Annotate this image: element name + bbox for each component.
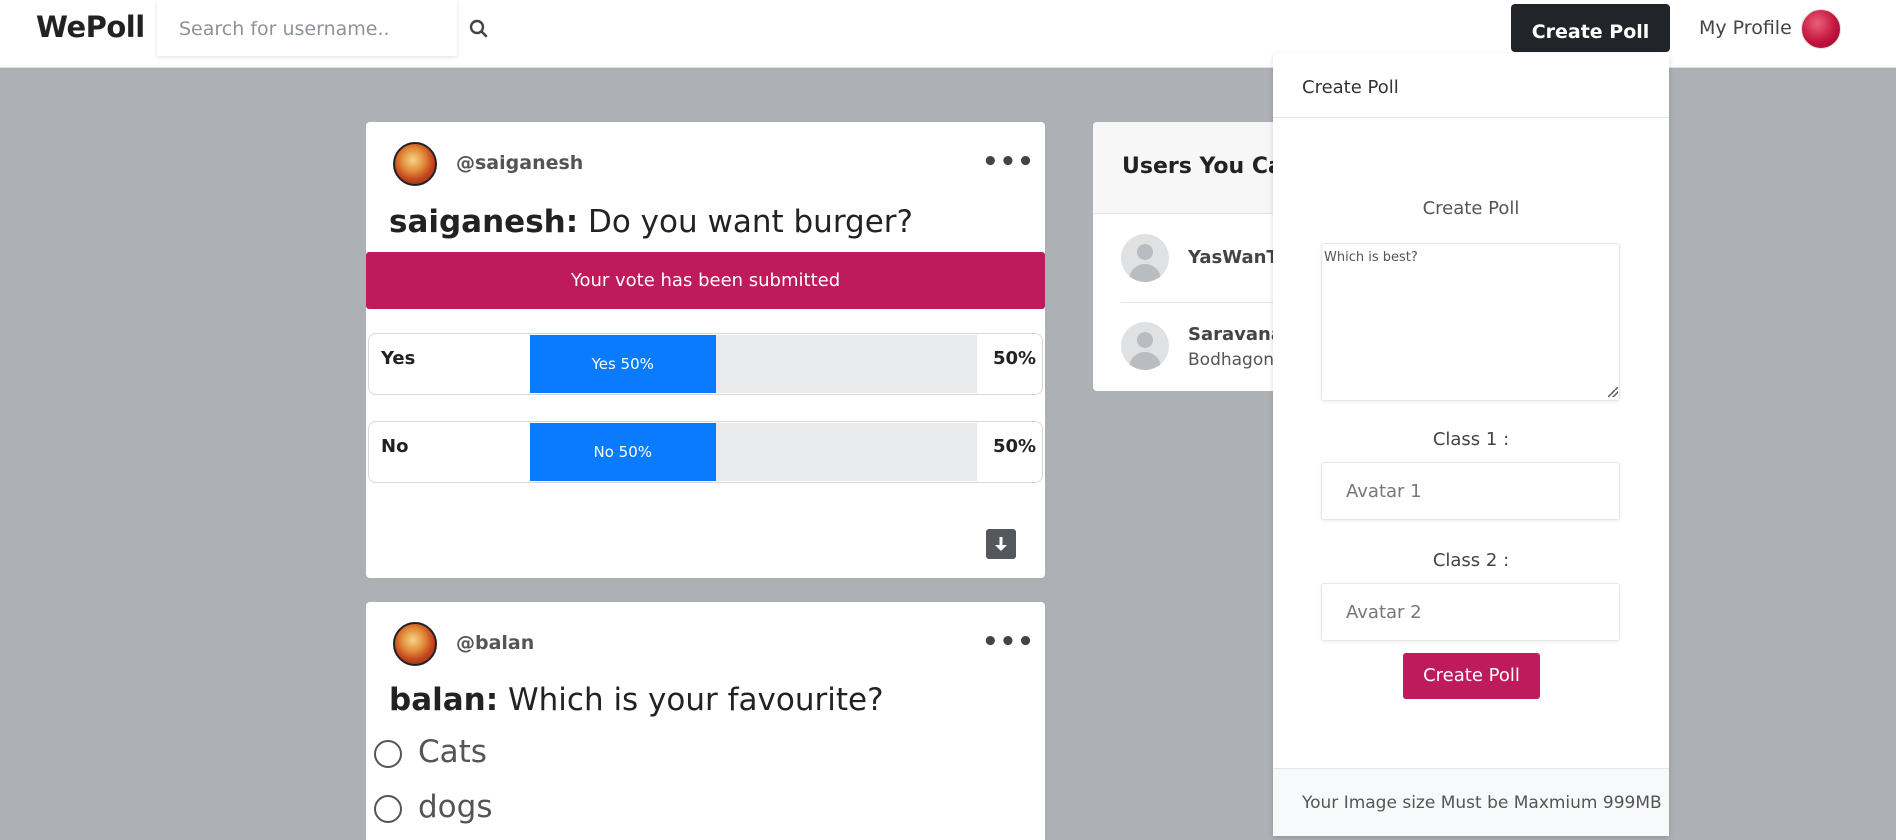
download-icon[interactable]	[986, 529, 1016, 559]
poll-question-textarea[interactable]: Which is best?	[1321, 243, 1620, 401]
radio-button[interactable]	[374, 795, 402, 823]
poll-question: saiganesh: Do you want burger?	[389, 204, 913, 240]
poll-question-text: Which is your favourite?	[507, 682, 884, 718]
poster-avatar[interactable]	[393, 622, 437, 666]
class1-input[interactable]: Avatar 1	[1321, 462, 1620, 520]
progress-track: Yes 50%	[530, 335, 977, 393]
poll-card: @balan ••• balan: Which is your favourit…	[366, 602, 1045, 840]
user-avatar[interactable]	[1121, 234, 1169, 282]
choice-label: Cats	[418, 734, 487, 770]
create-poll-dropdown: Create Poll Create Poll Which is best? C…	[1273, 53, 1669, 836]
poster-handle[interactable]: @saiganesh	[456, 152, 583, 174]
poll-question-text: Do you want burger?	[587, 204, 913, 240]
poll-author: saiganesh:	[389, 204, 579, 240]
poll-option-no[interactable]: No No 50% 50%	[368, 421, 1043, 483]
resize-handle-icon[interactable]	[1608, 387, 1618, 397]
my-profile-link[interactable]: My Profile	[1699, 17, 1792, 39]
poster-handle[interactable]: @balan	[456, 632, 534, 654]
brand-logo[interactable]: WePoll	[36, 10, 145, 44]
search-input[interactable]: Search for username..	[157, 0, 457, 56]
poster-avatar[interactable]	[393, 142, 437, 186]
radio-button[interactable]	[374, 740, 402, 768]
option-percent: 50%	[993, 436, 1037, 457]
create-poll-submit-button[interactable]: Create Poll	[1403, 653, 1540, 699]
create-poll-nav-button[interactable]: Create Poll	[1511, 4, 1670, 52]
option-percent: 50%	[993, 348, 1037, 369]
user-avatar[interactable]	[1121, 322, 1169, 370]
dropdown-header-title: Create Poll	[1302, 77, 1399, 98]
poll-option-yes[interactable]: Yes Yes 50% 50%	[368, 333, 1043, 395]
more-options-icon[interactable]: •••	[982, 149, 1035, 175]
poll-card: @saiganesh ••• saiganesh: Do you want bu…	[366, 122, 1045, 578]
class1-label: Class 1 :	[1432, 429, 1510, 450]
progress-track: No 50%	[530, 423, 977, 481]
vote-submitted-banner: Your vote has been submitted	[366, 252, 1045, 309]
dropdown-footer: Your Image size Must be Maxmium 999MB	[1273, 768, 1669, 836]
form-title: Create Poll	[1422, 198, 1520, 219]
class2-label: Class 2 :	[1432, 550, 1510, 571]
profile-avatar[interactable]	[1801, 9, 1841, 49]
choice-label: dogs	[418, 789, 493, 825]
option-label: Yes	[381, 348, 416, 369]
search-icon[interactable]	[468, 17, 490, 41]
progress-fill: No 50%	[530, 423, 716, 481]
option-label: No	[381, 436, 409, 457]
class2-input[interactable]: Avatar 2	[1321, 583, 1620, 641]
more-options-icon[interactable]: •••	[982, 629, 1035, 655]
suggested-user-subtitle: Bodhagoni	[1188, 350, 1279, 370]
image-size-note: Your Image size Must be Maxmium 999MB	[1302, 793, 1662, 813]
dropdown-header: Create Poll	[1273, 53, 1669, 118]
poll-question: balan: Which is your favourite?	[389, 682, 884, 718]
poll-author: balan:	[389, 682, 499, 718]
progress-fill: Yes 50%	[530, 335, 716, 393]
